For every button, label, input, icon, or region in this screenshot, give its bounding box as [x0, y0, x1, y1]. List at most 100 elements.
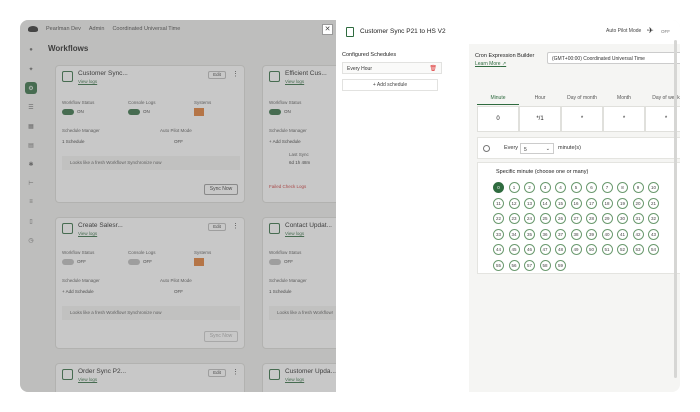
minute-option[interactable]: 33	[493, 228, 504, 240]
minute-option[interactable]: 16	[570, 197, 582, 209]
scrollbar[interactable]	[674, 40, 677, 378]
modal-overlay[interactable]	[20, 20, 336, 392]
minute-option[interactable]: 27	[570, 213, 582, 224]
minute-option[interactable]: 25	[539, 213, 551, 224]
minute-option[interactable]: 18	[601, 197, 613, 209]
minute-option[interactable]: 32	[648, 213, 659, 224]
minute-option[interactable]: 44	[493, 244, 504, 255]
month-field[interactable]: *	[603, 106, 645, 132]
minute-option[interactable]: 37	[555, 228, 566, 240]
every-label: Every	[504, 145, 519, 151]
schedule-drawer: Customer Sync P21 to HS V2 Auto Pilot Mo…	[336, 20, 680, 392]
minute-option[interactable]: 20	[632, 197, 644, 209]
minute-option[interactable]: 34	[508, 228, 520, 240]
minute-option[interactable]: 30	[617, 213, 628, 224]
minute-option[interactable]: 38	[570, 228, 582, 240]
add-schedule-button[interactable]: + Add schedule	[342, 79, 438, 91]
minute-option[interactable]: 46	[524, 244, 535, 255]
minute-option[interactable]: 49	[570, 244, 582, 255]
minute-option[interactable]: 5	[570, 182, 582, 193]
tab-month[interactable]: Month	[603, 95, 645, 105]
minute-option[interactable]: 13	[524, 197, 535, 209]
learn-more-link[interactable]: Learn More ↗	[475, 61, 506, 67]
minute-option[interactable]: 48	[555, 244, 566, 255]
minute-option[interactable]: 36	[539, 228, 551, 240]
minute-option[interactable]: 21	[648, 197, 659, 209]
tab-day-of-month[interactable]: Day of month	[561, 95, 603, 105]
minute-option[interactable]: 17	[586, 197, 597, 209]
cron-fields: 0 */1 * * *	[477, 106, 680, 132]
every-option: Every 5 ⌄ minute(s)	[477, 137, 680, 159]
minute-option[interactable]: 31	[632, 213, 644, 224]
minute-option[interactable]: 28	[586, 213, 597, 224]
minute-option[interactable]: 26	[555, 213, 566, 224]
minute-option[interactable]: 45	[508, 244, 520, 255]
day-of-month-field[interactable]: *	[561, 106, 603, 132]
minute-option[interactable]: 7	[601, 182, 613, 193]
drawer-title: Customer Sync P21 to HS V2	[360, 28, 446, 35]
schedules-heading: Configured Schedules	[342, 52, 397, 58]
app-frame: Pearlman Dev Admin Coordinated Universal…	[20, 20, 680, 392]
minute-option[interactable]: 53	[632, 244, 644, 255]
minute-option[interactable]: 54	[648, 244, 659, 255]
minute-option[interactable]: 55	[493, 259, 504, 271]
minute-option[interactable]: 9	[632, 182, 644, 193]
minute-option[interactable]: 50	[586, 244, 597, 255]
airplane-icon[interactable]: ✈	[647, 26, 654, 35]
minute-option[interactable]: 51	[601, 244, 613, 255]
cron-builder: Cron Expression Builder Learn More ↗ (GM…	[469, 44, 680, 392]
specific-minute-option: Specific minute (choose one or many) 012…	[477, 162, 680, 274]
chevron-down-icon: ⌄	[545, 146, 550, 152]
hour-field[interactable]: */1	[519, 106, 561, 132]
minute-option[interactable]: 39	[586, 228, 597, 240]
minute-option[interactable]: 15	[555, 197, 566, 209]
cron-heading: Cron Expression Builder	[475, 53, 535, 59]
minute-option[interactable]: 11	[493, 197, 504, 209]
every-value: 5	[524, 146, 527, 153]
minute-option[interactable]: 47	[539, 244, 551, 255]
minute-option[interactable]: 0	[493, 182, 504, 193]
workflow-icon	[346, 27, 354, 37]
minute-option[interactable]: 6	[586, 182, 597, 193]
trash-icon[interactable]: 🗑	[429, 65, 437, 72]
tab-hour[interactable]: Hour	[519, 95, 561, 105]
minute-option[interactable]: 23	[508, 213, 520, 224]
minute-option[interactable]: 3	[539, 182, 551, 193]
minute-option[interactable]: 19	[617, 197, 628, 209]
minute-field[interactable]: 0	[477, 106, 519, 132]
drawer-header: Customer Sync P21 to HS V2 Auto Pilot Mo…	[336, 20, 680, 44]
every-unit: minute(s)	[558, 145, 581, 151]
minute-option[interactable]: 12	[508, 197, 520, 209]
minute-option[interactable]: 56	[508, 259, 520, 271]
timezone-select[interactable]: (GMT+00:00) Coordinated Universal Time ⌄	[547, 52, 680, 64]
minute-option[interactable]: 8	[617, 182, 628, 193]
minute-option[interactable]: 35	[524, 228, 535, 240]
auto-pilot-label: Auto Pilot Mode	[606, 28, 642, 34]
minute-option[interactable]: 22	[493, 213, 504, 224]
minute-option[interactable]: 2	[524, 182, 535, 193]
minute-option[interactable]: 1	[508, 182, 520, 193]
minute-option[interactable]: 4	[555, 182, 566, 193]
minute-option[interactable]: 40	[601, 228, 613, 240]
schedule-item[interactable]: Every Hour 🗑	[342, 62, 442, 74]
every-select[interactable]: 5 ⌄	[520, 143, 554, 154]
minute-option[interactable]: 43	[648, 228, 659, 240]
close-drawer-button[interactable]: ✕	[322, 24, 333, 35]
minute-option[interactable]: 42	[632, 228, 644, 240]
minute-option[interactable]: 10	[648, 182, 659, 193]
minute-option[interactable]: 29	[601, 213, 613, 224]
auto-pilot-value: OFF	[661, 28, 670, 34]
minute-option[interactable]: 59	[555, 259, 566, 271]
minute-option[interactable]: 52	[617, 244, 628, 255]
tab-minute[interactable]: Minute	[477, 95, 519, 105]
minute-option[interactable]: 24	[524, 213, 535, 224]
workflows-app: Pearlman Dev Admin Coordinated Universal…	[20, 20, 452, 392]
specific-label: Specific minute (choose one or many)	[496, 169, 589, 175]
minute-option[interactable]: 14	[539, 197, 551, 209]
schedule-item-label: Every Hour	[347, 66, 373, 72]
every-radio[interactable]	[483, 145, 490, 152]
minute-option[interactable]: 58	[539, 259, 551, 271]
timezone-value: (GMT+00:00) Coordinated Universal Time	[552, 56, 645, 62]
minute-option[interactable]: 41	[617, 228, 628, 240]
minute-option[interactable]: 57	[524, 259, 535, 271]
